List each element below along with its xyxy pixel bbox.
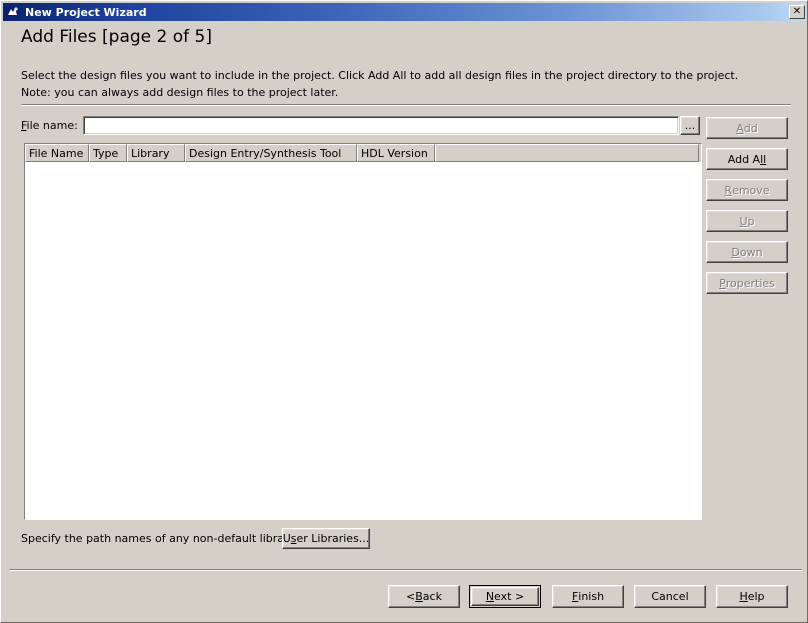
column-header-design-entry-synthesis-tool[interactable]: Design Entry/Synthesis Tool <box>185 144 357 162</box>
user-libraries-label-pre: U <box>282 532 291 545</box>
add-all-button-accelerator: ll <box>760 152 767 166</box>
file-list-body[interactable] <box>25 162 701 519</box>
back-button-label-pre: < <box>406 590 416 603</box>
down-button[interactable]: Down <box>706 241 788 263</box>
add-button-accelerator: A <box>736 121 744 135</box>
column-header-blank[interactable] <box>435 144 699 162</box>
page-description-line-1: Select the design files you want to incl… <box>21 69 739 82</box>
add-all-button[interactable]: Add All <box>706 148 788 170</box>
up-button[interactable]: Up <box>706 210 788 232</box>
page-description-line-2: Note: you can always add design files to… <box>21 86 339 99</box>
user-libraries-hint: Specify the path names of any non-defaul… <box>21 532 308 545</box>
file-name-label-rest: ile name: <box>26 119 78 132</box>
column-header-file-name[interactable]: File Name <box>25 144 89 162</box>
help-button-label: elp <box>747 590 765 603</box>
column-header-hdl-version[interactable]: HDL Version <box>357 144 435 162</box>
remove-button-label: emove <box>732 183 770 197</box>
back-button-accelerator: B <box>415 590 423 603</box>
user-libraries-label-post: er Libraries... <box>296 532 370 545</box>
properties-button-label: roperties <box>725 276 775 290</box>
next-button-label: ext > <box>494 590 525 603</box>
wizard-icon <box>5 5 21 19</box>
help-button[interactable]: Help <box>716 585 788 608</box>
cancel-button[interactable]: Cancel <box>634 585 706 608</box>
back-button[interactable]: < Back <box>388 585 460 608</box>
properties-button[interactable]: Properties <box>706 272 788 294</box>
next-button-accelerator: N <box>485 590 495 603</box>
down-button-accelerator: D <box>731 245 740 259</box>
add-button[interactable]: Add <box>706 117 788 139</box>
add-all-button-label: Add A <box>727 152 761 166</box>
footer-separator <box>9 569 802 571</box>
back-button-label-post: ack <box>422 590 442 603</box>
down-button-label: own <box>739 245 763 259</box>
finish-button-label: inish <box>578 590 605 603</box>
browse-button[interactable]: ... <box>680 116 700 135</box>
title-bar: New Project Wizard ✕ <box>3 3 807 21</box>
page-title: Add Files [page 2 of 5] <box>21 27 212 47</box>
column-header-type[interactable]: Type <box>89 144 127 162</box>
remove-button[interactable]: Remove <box>706 179 788 201</box>
help-button-accelerator: H <box>739 590 748 603</box>
properties-button-accelerator: P <box>719 276 726 290</box>
up-button-accelerator: U <box>739 214 748 228</box>
column-header-library[interactable]: Library <box>127 144 185 162</box>
new-project-wizard-window: New Project Wizard ✕ Add Files [page 2 o… <box>0 0 808 623</box>
finish-button[interactable]: Finish <box>552 585 624 608</box>
file-list-header: File Name Type Library Design Entry/Synthes… <box>25 144 701 162</box>
add-button-label: dd <box>743 121 758 135</box>
user-libraries-button[interactable]: Us er Libraries... <box>282 528 370 549</box>
remove-button-accelerator: R <box>724 183 733 197</box>
header-separator <box>21 104 791 106</box>
next-button[interactable]: Next > <box>469 585 541 608</box>
up-button-label: p <box>747 214 755 228</box>
file-name-label: File name: <box>21 119 78 132</box>
close-icon[interactable]: ✕ <box>789 5 805 19</box>
file-list[interactable]: File Name Type Library Design Entry/Synthes… <box>24 143 702 520</box>
file-name-input[interactable] <box>83 116 679 135</box>
window-title: New Project Wizard <box>25 5 147 19</box>
